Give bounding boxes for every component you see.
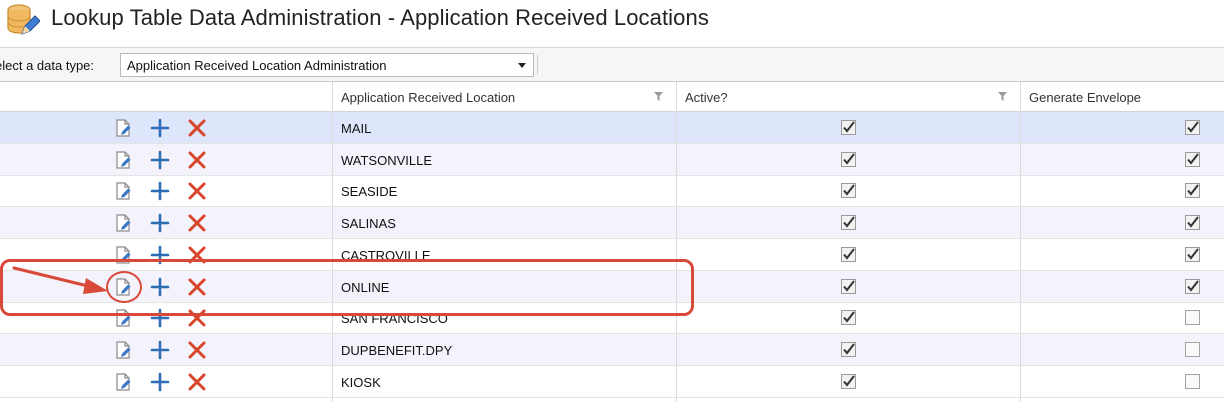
edit-icon[interactable] [113,150,133,170]
location-name: KIOSK [341,374,381,390]
table-row[interactable]: MAIL [0,112,1224,144]
add-icon[interactable] [150,213,170,233]
active-checkbox[interactable] [841,120,856,135]
location-name: WATSONVILLE [341,152,433,168]
data-type-label: elect a data type: [0,58,95,73]
generate-envelope-checkbox[interactable] [1185,183,1200,199]
edit-icon[interactable] [113,340,133,360]
generate-envelope-checkbox[interactable] [1185,246,1200,262]
column-divider [1020,82,1021,402]
delete-icon[interactable] [187,150,207,170]
data-type-select-value: Application Received Location Administra… [127,58,387,73]
database-edit-icon [7,4,40,35]
location-name: MAIL [341,121,372,136]
column-header-generate-envelope[interactable]: Generate Envelope [1029,90,1141,105]
edit-icon[interactable] [113,181,133,201]
lookup-grid: Application Received Location Active? Ge… [0,81,1224,402]
page-header: Lookup Table Data Administration - Appli… [0,0,1224,40]
location-name: SALINAS [341,216,396,232]
location-name: SEASIDE [341,184,398,200]
delete-icon[interactable] [187,118,207,138]
delete-icon[interactable] [187,181,207,201]
table-row[interactable]: DUPBENEFIT.DPY [0,333,1224,366]
data-type-select[interactable]: Application Received Location Administra… [120,53,534,77]
generate-envelope-checkbox[interactable] [1185,278,1200,294]
active-checkbox[interactable] [841,373,856,389]
active-checkbox[interactable] [841,278,856,294]
edit-icon[interactable] [113,372,133,392]
grid-header-row: Application Received Location Active? Ge… [0,82,1224,112]
location-name: DUPBENEFIT.DPY [341,342,453,358]
add-icon[interactable] [150,118,170,138]
filter-icon[interactable] [998,92,1007,101]
table-row[interactable]: WATSONVILLE [0,143,1224,176]
active-checkbox[interactable] [841,215,856,231]
page-title: Lookup Table Data Administration - Appli… [51,5,709,30]
column-divider [676,82,677,402]
table-row[interactable]: SALINAS [0,207,1224,240]
edit-icon[interactable] [113,118,133,138]
annotation-highlight [0,259,694,316]
add-icon[interactable] [150,181,170,201]
generate-envelope-checkbox[interactable] [1185,341,1200,357]
active-checkbox[interactable] [841,310,856,326]
delete-icon[interactable] [187,372,207,392]
column-header-location[interactable]: Application Received Location [341,90,515,105]
table-row[interactable]: SEASIDE [0,175,1224,208]
active-checkbox[interactable] [841,246,856,262]
generate-envelope-checkbox[interactable] [1185,373,1200,389]
edit-icon[interactable] [113,213,133,233]
generate-envelope-checkbox[interactable] [1185,120,1200,135]
add-icon[interactable] [150,372,170,392]
filter-icon[interactable] [654,92,663,101]
column-header-active[interactable]: Active? [685,90,728,105]
delete-icon[interactable] [187,213,207,233]
column-divider [332,82,333,402]
table-row[interactable]: KIOSK [0,366,1224,398]
add-icon[interactable] [150,340,170,360]
delete-icon[interactable] [187,340,207,360]
chevron-down-icon[interactable] [518,63,526,68]
active-checkbox[interactable] [841,341,856,357]
add-icon[interactable] [150,150,170,170]
generate-envelope-checkbox[interactable] [1185,151,1200,167]
generate-envelope-checkbox[interactable] [1185,215,1200,231]
toolbar-divider [537,55,538,75]
active-checkbox[interactable] [841,151,856,167]
active-checkbox[interactable] [841,183,856,199]
generate-envelope-checkbox[interactable] [1185,310,1200,326]
